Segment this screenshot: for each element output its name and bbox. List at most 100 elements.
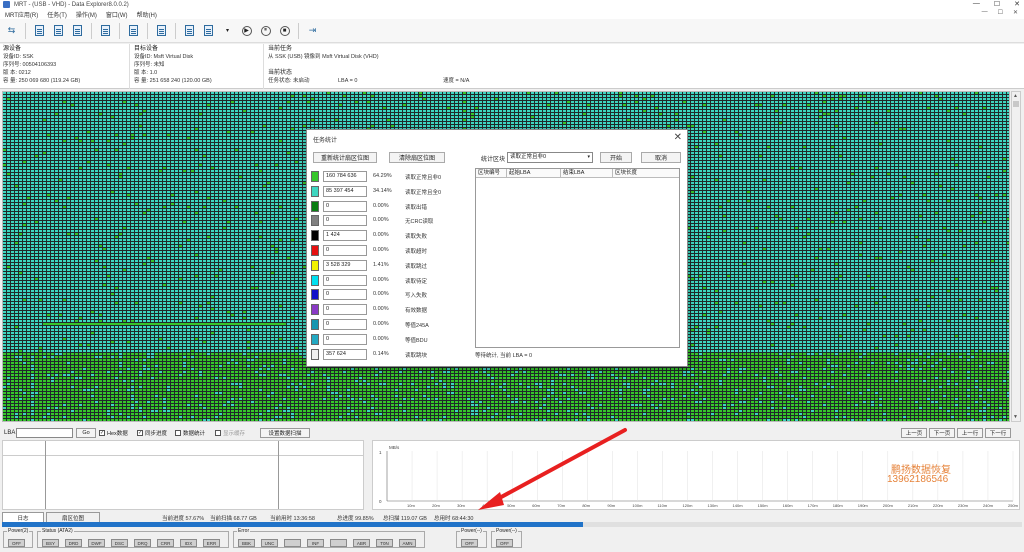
legend-row: 85 397 454 34.14% 读取正常且全0 [311, 185, 471, 199]
total-scan: 总扫描 119.07 GB [383, 514, 427, 522]
usb-icon[interactable]: ⇆ [4, 23, 19, 38]
legend-label: 读取正常且非0 [405, 173, 441, 181]
data-stat-checkbox[interactable]: 数据统计 [175, 429, 205, 437]
scroll-down-icon[interactable]: ▼ [1013, 414, 1018, 420]
exit-icon[interactable]: ⇥ [305, 23, 320, 38]
mdi-close-button[interactable]: ✕ [1013, 9, 1018, 16]
legend-count: 0 [323, 304, 367, 316]
tab-log[interactable]: 日志 [2, 512, 44, 522]
led-group-status: Status (ATA2) BSY DRD DWF DSC DRQ CRR IDX ERR [37, 528, 229, 548]
progress-bar [2, 522, 1022, 527]
led-indicator: INF [307, 539, 324, 547]
scroll-up-icon[interactable]: ▲ [1013, 93, 1018, 99]
speed-x-tick: 120m [682, 503, 693, 508]
col-block-id[interactable]: 区块编号 [476, 169, 507, 178]
next-line-button[interactable]: 下一行 [985, 428, 1011, 438]
legend-row: 0 0.00% 读取超时 [311, 244, 471, 258]
edit-icon[interactable] [98, 23, 113, 38]
play-icon[interactable]: ▶ [239, 23, 254, 38]
col-block-length[interactable]: 区块长度 [613, 169, 679, 178]
speed-x-tick: 250m [1008, 503, 1019, 508]
recount-bitmap-button[interactable]: 重新统计扇区位图 [313, 152, 377, 163]
legend-row: 1 424 0.00% 读取失败 [311, 229, 471, 243]
legend-swatch [311, 171, 319, 182]
col-end-lba[interactable]: 结束LBA [561, 169, 613, 178]
minimize-button[interactable]: — [973, 0, 980, 8]
stat-block-select[interactable]: 读取正常且非0 ▾ [507, 152, 593, 163]
status-header: 当前状态 [268, 69, 1021, 77]
led-group-label: Power(--) [495, 528, 518, 534]
lba-row: LBA Go ✓ Hex数据 ✓ 同步进度 数据统计 显示缓存 设置数据扫描 上一页… [0, 427, 1024, 439]
col-start-lba[interactable]: 起始LBA [507, 169, 561, 178]
stop-icon[interactable]: ■ [277, 23, 292, 38]
tab-sector-map[interactable]: 扇区位图 [46, 512, 100, 522]
mdi-minimize-button[interactable]: — [982, 9, 988, 16]
led-indicator [284, 539, 301, 547]
visible-checkbox[interactable]: 显示缓存 [215, 429, 245, 437]
speed-x-tick: 240m [983, 503, 994, 508]
legend-percent: 0.00% [373, 203, 389, 209]
clear-bitmap-button[interactable]: 清除扇区位图 [389, 152, 445, 163]
speed-x-tick: 110m [657, 503, 667, 508]
lba-input[interactable] [16, 428, 73, 438]
window-title: MRT - (USB - VHD) - Data Explorer8.0.0.2… [14, 2, 129, 8]
menu-help[interactable]: 帮助(H) [137, 10, 157, 19]
sector-map-scrollbar[interactable]: ▲ ▼ [1011, 91, 1021, 422]
speed-x-tick: 90m [607, 503, 615, 508]
doc-icon[interactable] [51, 23, 66, 38]
log-pane[interactable] [2, 440, 364, 510]
menu-mrt[interactable]: MRT应用(R) [5, 10, 38, 19]
legend-row: 0 0.00% 读取待定 [311, 274, 471, 288]
legend-percent: 1.41% [373, 262, 389, 268]
led-indicator: ABR [353, 539, 370, 547]
set-scan-button[interactable]: 设置数据扫描 [260, 428, 310, 438]
hex-checkbox[interactable]: ✓ Hex数据 [99, 429, 128, 437]
legend-label: 有效数据 [405, 306, 427, 314]
next-page-button[interactable]: 下一页 [929, 428, 955, 438]
legend-swatch [311, 333, 319, 345]
led-group-label: Status (ATA2) [41, 528, 74, 534]
dropdown-icon[interactable]: ▾ [220, 23, 235, 38]
target-capacity: 容 量: 251 658 240 (120.00 GB) [134, 77, 260, 85]
scroll-thumb[interactable] [1013, 101, 1019, 107]
doc-icon[interactable] [32, 23, 47, 38]
target-serial: 序列号: 未知 [134, 61, 260, 69]
block-table[interactable]: 区块编号 起始LBA 结束LBA 区块长度 [475, 168, 680, 348]
legend-percent: 0.00% [373, 277, 389, 283]
legend-label: 读取跳过 [405, 262, 427, 270]
legend-swatch [311, 304, 319, 316]
target-device-info: 目标设备 设备ID: Msft Virtual Disk 序列号: 未知 版 本… [131, 44, 264, 89]
disk-icon[interactable] [126, 23, 141, 38]
mdi-restore-button[interactable]: ☐ [998, 9, 1003, 16]
legend-label: 读取超时 [405, 247, 427, 255]
menu-operation[interactable]: 操作(M) [76, 10, 97, 19]
sync-checkbox[interactable]: ✓ 同步进度 [137, 429, 167, 437]
tree-icon[interactable] [154, 23, 169, 38]
close-button[interactable]: ✕ [1014, 0, 1020, 8]
prev-line-button[interactable]: 上一行 [957, 428, 983, 438]
start-button[interactable]: 开始 [600, 152, 632, 163]
window-controls: — ☐ ✕ [973, 0, 1020, 8]
legend-percent: 0.00% [373, 336, 389, 342]
sync-label: 同步进度 [145, 429, 167, 437]
total-time: 总用时 68:44:30 [434, 514, 473, 522]
copy-icon[interactable] [182, 23, 197, 38]
legend-count: 85 397 454 [323, 185, 367, 197]
dialog-close-icon[interactable]: ✕ [674, 132, 682, 143]
menu-window[interactable]: 窗口(W) [106, 10, 128, 19]
legend-count: 1 424 [323, 230, 367, 242]
legend-count: 0 [323, 274, 367, 286]
maximize-button[interactable]: ☐ [994, 0, 1000, 8]
cancel-button[interactable]: 取消 [641, 152, 681, 163]
prev-page-button[interactable]: 上一页 [901, 428, 927, 438]
search-icon[interactable] [201, 23, 216, 38]
doc-icon[interactable] [70, 23, 85, 38]
speed-x-tick: 160m [783, 503, 794, 508]
pause-icon[interactable]: ⏸ [258, 23, 273, 38]
go-button[interactable]: Go [76, 428, 96, 438]
led-indicator: DWF [88, 539, 105, 547]
task-status: 任务状态: 未启动 [268, 78, 310, 84]
current-scan: 当前扫描 68.77 GB [210, 514, 257, 522]
menu-task[interactable]: 任务(T) [47, 10, 67, 19]
legend-percent: 0.00% [373, 291, 389, 297]
